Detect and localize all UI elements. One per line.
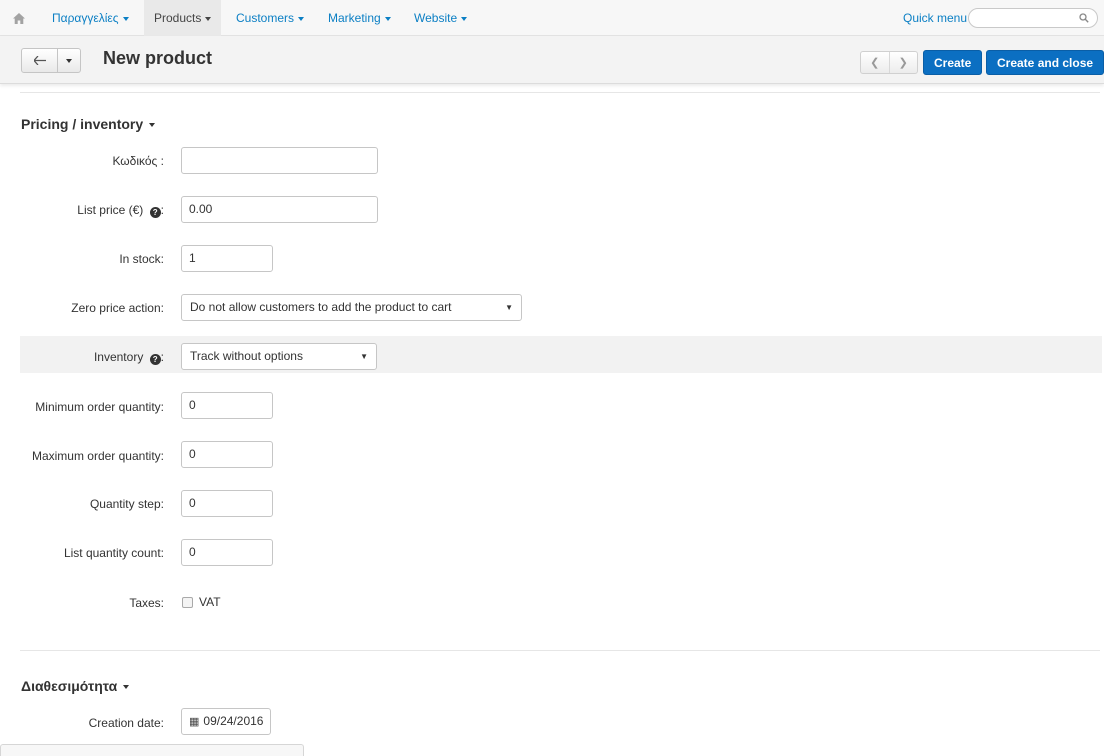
zero-price-select-value: Do not allow customers to add the produc… — [190, 300, 452, 314]
code-input[interactable] — [181, 147, 378, 174]
max-qty-label: Maximum order quantity: — [31, 449, 164, 463]
nav-website[interactable]: Website — [404, 0, 477, 36]
section-pricing-title: Pricing / inventory — [21, 116, 144, 132]
home-icon[interactable] — [8, 9, 30, 27]
chevron-down-icon — [149, 123, 156, 128]
dropdown-arrow-icon: ▼ — [360, 352, 368, 361]
max-qty-input[interactable]: 0 — [181, 441, 273, 468]
vat-checkbox[interactable] — [182, 597, 193, 608]
in-stock-input[interactable]: 1 — [181, 245, 273, 272]
search-input[interactable] — [968, 8, 1098, 28]
in-stock-label: In stock: — [119, 252, 164, 266]
create-button[interactable]: Create — [923, 50, 983, 75]
list-price-label: List price (€) ?: — [77, 203, 164, 218]
back-dropdown-toggle[interactable] — [58, 49, 80, 72]
nav-orders[interactable]: Παραγγελίες — [42, 0, 139, 36]
code-label: Κωδικός : — [112, 154, 164, 168]
vat-label[interactable]: VAT — [199, 595, 221, 609]
dropdown-arrow-icon: ▼ — [505, 303, 513, 312]
nav-products-label: Products — [154, 11, 202, 25]
calendar-icon[interactable]: ▦ — [189, 710, 199, 734]
zero-price-label: Zero price action: — [71, 301, 164, 315]
search-icon[interactable] — [1079, 12, 1089, 26]
chevron-down-icon — [66, 58, 72, 63]
back-button-group[interactable] — [21, 48, 81, 73]
help-icon[interactable]: ? — [149, 207, 161, 218]
divider — [20, 650, 1100, 651]
create-and-close-button[interactable]: Create and close — [986, 50, 1104, 75]
list-price-label-text: List price (€) — [77, 203, 144, 217]
creation-date-input[interactable]: ▦ 09/24/2016 — [181, 708, 271, 735]
list-price-input[interactable]: 0.00 — [181, 196, 378, 223]
section-availability-title: Διαθεσιμότητα — [21, 678, 118, 694]
nav-orders-label: Παραγγελίες — [52, 11, 119, 25]
inventory-label: Inventory ?: — [93, 350, 164, 365]
previous-icon[interactable]: ❮ — [861, 52, 890, 73]
section-pricing-inventory[interactable]: Pricing / inventory — [21, 116, 156, 132]
nav-customers-label: Customers — [236, 11, 295, 25]
list-qty-label: List quantity count: — [63, 546, 164, 560]
nav-products[interactable]: Products — [144, 0, 222, 36]
qty-step-label: Quantity step: — [89, 497, 164, 511]
nav-marketing[interactable]: Marketing — [318, 0, 401, 36]
chevron-down-icon — [461, 16, 468, 21]
help-icon[interactable]: ? — [149, 354, 161, 365]
page-title: New product — [103, 48, 213, 68]
chevron-down-icon — [298, 16, 305, 21]
chevron-down-icon — [122, 16, 129, 21]
chevron-down-icon — [205, 16, 212, 21]
inventory-select[interactable]: Track without options ▼ — [181, 343, 377, 370]
min-qty-input[interactable]: 0 — [181, 392, 273, 419]
bottom-panel-tab — [0, 744, 304, 756]
zero-price-select[interactable]: Do not allow customers to add the produc… — [181, 294, 522, 321]
creation-date-value: 09/24/2016 — [203, 714, 264, 728]
quick-menu-link[interactable]: Quick menu — [903, 0, 967, 36]
chevron-down-icon — [384, 16, 391, 21]
divider — [20, 92, 1100, 93]
inventory-label-text: Inventory — [93, 350, 144, 364]
nav-marketing-label: Marketing — [328, 11, 381, 25]
back-arrow-icon[interactable] — [22, 49, 58, 72]
nav-website-label: Website — [414, 11, 458, 25]
section-availability[interactable]: Διαθεσιμότητα — [21, 678, 130, 694]
taxes-label: Taxes: — [129, 596, 164, 610]
page-header: New product ❮ ❯ Create Create and close — [0, 36, 1104, 84]
nav-customers[interactable]: Customers — [226, 0, 314, 36]
pager: ❮ ❯ — [860, 51, 918, 74]
chevron-down-icon — [123, 685, 130, 690]
qty-step-input[interactable]: 0 — [181, 490, 273, 517]
top-nav: Παραγγελίες Products Customers Marketing… — [0, 0, 1104, 36]
creation-date-label: Creation date: — [88, 716, 164, 730]
inventory-select-value: Track without options — [190, 349, 303, 363]
next-icon[interactable]: ❯ — [890, 52, 918, 73]
list-qty-input[interactable]: 0 — [181, 539, 273, 566]
min-qty-label: Minimum order quantity: — [35, 400, 164, 414]
